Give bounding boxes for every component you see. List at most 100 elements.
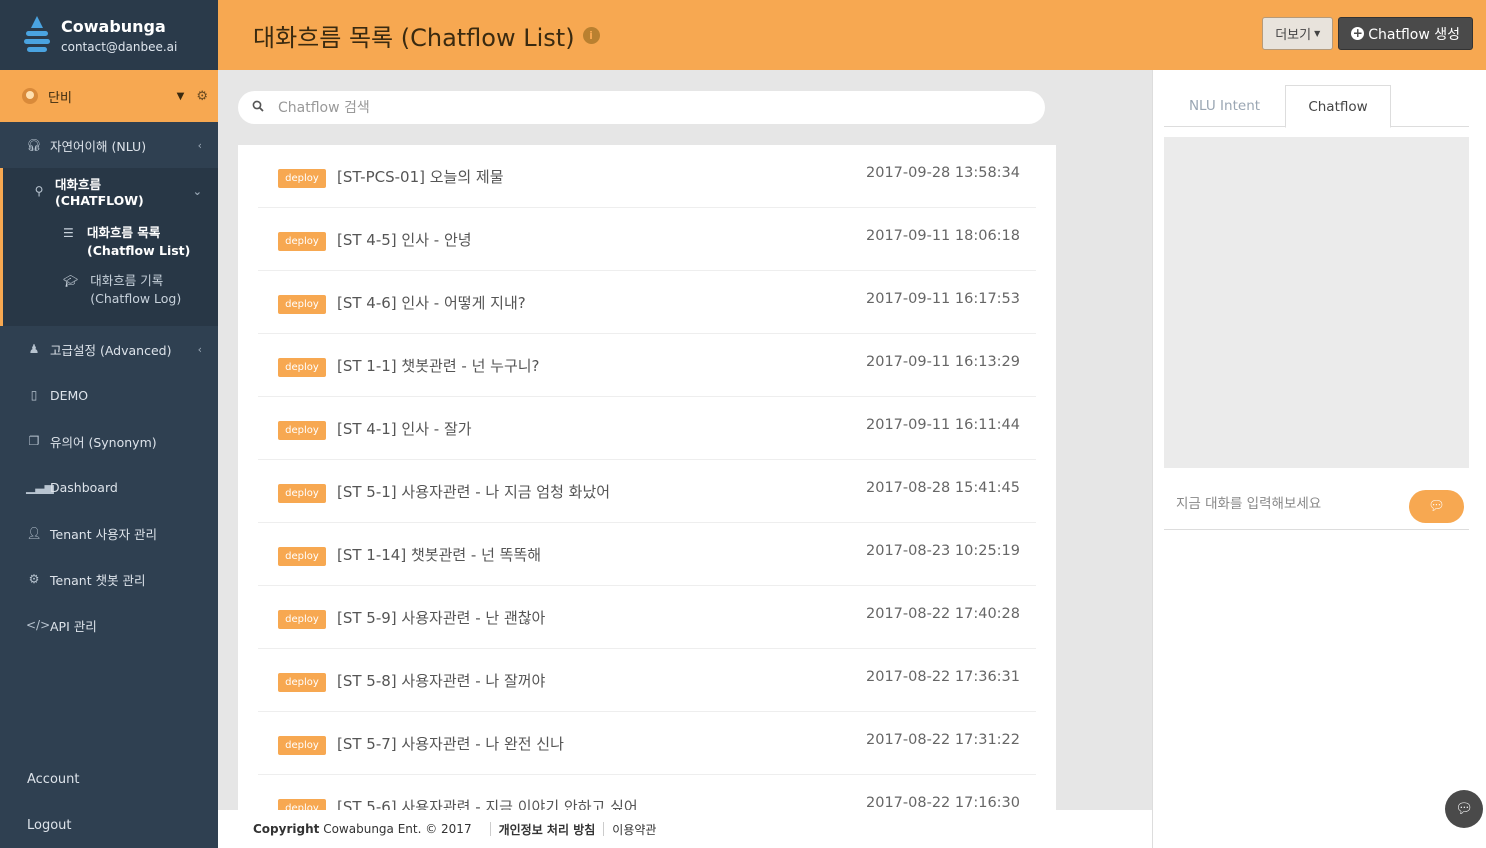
search-icon	[252, 100, 264, 116]
chatflow-title[interactable]: [ST 5-8] 사용자관련 - 나 잘꺼야	[337, 670, 545, 691]
privacy-policy-link[interactable]: 개인정보 처리 방침	[499, 821, 596, 838]
brand[interactable]: Cowabunga contact@danbee.ai	[0, 0, 218, 70]
list-item[interactable]: deploy [ST 5-7] 사용자관련 - 나 완전 신나 2017-08-22…	[258, 712, 1036, 775]
chatflow-title[interactable]: [ST-PCS-01] 오늘의 제물	[337, 166, 504, 187]
chatflow-title[interactable]: [ST 5-1] 사용자관련 - 나 지금 엄청 화났어	[337, 481, 610, 502]
list-item[interactable]: deploy [ST 4-6] 인사 - 어떻게 지내? 2017-09-11 16…	[258, 271, 1036, 334]
brand-name: Cowabunga	[61, 16, 166, 36]
user-selector[interactable]: 단비 ▼ ⚙	[0, 70, 218, 122]
chevron-down-icon: ⌄	[192, 184, 202, 198]
chatflow-date: 2017-09-28 13:58:34	[866, 165, 1020, 181]
chatflow-date: 2017-09-11 16:13:29	[866, 354, 1020, 370]
chat-input[interactable]	[1176, 496, 1396, 512]
sitemap-icon: ⚲	[34, 184, 44, 198]
list-item[interactable]: deploy [ST 1-14] 챗봇관련 - 넌 똑똑해 2017-08-23 1…	[258, 523, 1036, 586]
terms-link[interactable]: 이용약관	[612, 821, 656, 838]
deploy-badge: deploy	[278, 358, 326, 377]
chatflow-title[interactable]: [ST 5-9] 사용자관련 - 난 괜찮아	[337, 607, 545, 628]
brand-email: contact@danbee.ai	[61, 39, 178, 54]
code-icon: </>	[26, 618, 51, 632]
page-title: 대화흐름 목록 (Chatflow List)	[253, 23, 575, 52]
chevron-left-icon: ‹	[197, 138, 202, 152]
chatflow-date: 2017-08-23 10:25:19	[866, 543, 1020, 559]
nav-item-label: 유의어 (Synonym)	[50, 434, 157, 450]
chatflow-date: 2017-09-11 16:11:44	[866, 417, 1020, 433]
nav-subitem-chatflow-list[interactable]: ☰ 대화흐름 목록 (Chatflow List)	[3, 218, 218, 266]
person-icon: ♟	[28, 342, 40, 356]
tab-nlu-intent[interactable]: NLU Intent	[1164, 85, 1285, 127]
list-item[interactable]: deploy [ST 5-6] 사용자관련 - 지금 이야기 안하고 싶어 2017…	[258, 775, 1036, 810]
nav-subitem-chatflow-log[interactable]: 🎓︎ 대화흐름 기록 (Chatflow Log)	[3, 266, 218, 314]
comments-icon: 💬︎	[1455, 801, 1473, 817]
create-button-label: Chatflow 생성	[1368, 26, 1460, 43]
chatflow-title[interactable]: [ST 1-14] 챗봇관련 - 넌 똑똑해	[337, 544, 541, 565]
sidebar: Cowabunga contact@danbee.ai 단비 ▼ ⚙ 🎧︎ 자연…	[0, 0, 218, 848]
list-item[interactable]: deploy [ST 1-1] 챗봇관련 - 넌 누구니? 2017-09-11 1…	[258, 334, 1036, 397]
nav-item-api[interactable]: </> API 관리	[0, 602, 218, 648]
chatflow-title[interactable]: [ST 5-6] 사용자관련 - 지금 이야기 안하고 싶어	[337, 796, 638, 810]
list-item[interactable]: deploy [ST 5-8] 사용자관련 - 나 잘꺼야 2017-08-22 1…	[258, 649, 1036, 712]
list-item[interactable]: deploy [ST 4-1] 인사 - 잘가 2017-09-11 16:11:4…	[258, 397, 1036, 460]
nav-item-label: 대화흐름 (CHATFLOW)	[55, 177, 144, 208]
more-dropdown-button[interactable]: 더보기 ▼	[1262, 17, 1334, 50]
search-input[interactable]	[278, 99, 978, 116]
chatflow-date: 2017-08-22 17:40:28	[866, 606, 1020, 622]
chatflow-date: 2017-09-11 18:06:18	[866, 228, 1020, 244]
list-item[interactable]: deploy [ST 4-5] 인사 - 안녕 2017-09-11 18:06:1…	[258, 208, 1036, 271]
avatar	[22, 88, 38, 104]
nav-item-synonym[interactable]: ❐ 유의어 (Synonym)	[0, 418, 218, 464]
nav-item-demo[interactable]: ▯ DEMO	[0, 372, 218, 418]
list-item[interactable]: deploy [ST 5-1] 사용자관련 - 나 지금 엄청 화났어 2017-0…	[258, 460, 1036, 523]
nav-item-dashboard[interactable]: ▁▃▅ Dashboard	[0, 464, 218, 510]
send-button[interactable]: 💬︎	[1409, 490, 1464, 523]
deploy-badge: deploy	[278, 295, 326, 314]
plus-circle-icon: +	[1351, 26, 1365, 40]
divider	[489, 822, 491, 836]
nav-item-advanced[interactable]: ♟ 고급설정 (Advanced) ‹	[0, 326, 218, 372]
panel-tabs: NLU Intent Chatflow	[1164, 85, 1469, 128]
deploy-badge: deploy	[278, 736, 326, 755]
test-panel: NLU Intent Chatflow 💬︎	[1152, 70, 1486, 848]
chat-input-row: 💬︎	[1164, 484, 1469, 530]
footer: Copyright Cowabunga Ent. © 2017 개인정보 처리 …	[218, 810, 1152, 848]
comment-icon: 💬︎	[1428, 499, 1445, 514]
info-icon[interactable]: i	[582, 26, 600, 44]
page-header: 대화흐름 목록 (Chatflow List) i 더보기 ▼ + Chatfl…	[218, 0, 1486, 70]
deploy-badge: deploy	[278, 610, 326, 629]
caret-down-icon: ▼	[1314, 29, 1321, 38]
nav-item-label: Dashboard	[50, 479, 118, 495]
create-chatflow-button[interactable]: + Chatflow 생성	[1338, 17, 1473, 50]
chatflow-title[interactable]: [ST 1-1] 챗봇관련 - 넌 누구니?	[337, 355, 540, 376]
nav-item-label: 고급설정 (Advanced)	[50, 342, 172, 358]
chatflow-title[interactable]: [ST 4-5] 인사 - 안녕	[337, 229, 472, 250]
gear-icon: ⚙	[28, 572, 40, 586]
chatflow-title[interactable]: [ST 4-1] 인사 - 잘가	[337, 418, 472, 439]
chatflow-title[interactable]: [ST 4-6] 인사 - 어떻게 지내?	[337, 292, 526, 313]
nav-subitem-label: 대화흐름 목록 (Chatflow List)	[87, 225, 191, 258]
nav-group-chatflow: ⚲ 대화흐름 (CHATFLOW) ⌄ ☰ 대화흐름 목록 (Chatflow …	[0, 168, 218, 326]
chatflow-title[interactable]: [ST 5-7] 사용자관련 - 나 완전 신나	[337, 733, 564, 754]
tab-chatflow[interactable]: Chatflow	[1285, 85, 1391, 128]
nav-item-tenant-bot[interactable]: ⚙ Tenant 챗봇 관리	[0, 556, 218, 602]
account-link[interactable]: Account	[0, 756, 218, 802]
deploy-badge: deploy	[278, 799, 326, 810]
nav-item-label: 자연어이해 (NLU)	[50, 138, 147, 154]
headphones-icon: 🎧︎	[26, 138, 42, 152]
chatflow-date: 2017-08-22 17:36:31	[866, 669, 1020, 685]
nav-item-tenant-user[interactable]: 👤︎ Tenant 사용자 관리	[0, 510, 218, 556]
chat-fab-button[interactable]: 💬︎	[1445, 790, 1483, 828]
search-bar	[238, 91, 1045, 124]
chat-messages-area	[1164, 137, 1469, 468]
nav-subitem-label: 대화흐름 기록 (Chatflow Log)	[90, 273, 182, 306]
chatflow-date: 2017-09-11 16:17:53	[866, 291, 1020, 307]
list-item[interactable]: deploy [ST-PCS-01] 오늘의 제물 2017-09-28 13:58…	[258, 145, 1036, 208]
logout-link[interactable]: Logout	[0, 802, 218, 848]
deploy-badge: deploy	[278, 673, 326, 692]
caret-down-icon[interactable]: ▼	[177, 91, 185, 102]
gear-icon[interactable]: ⚙	[196, 89, 208, 104]
mobile-icon: ▯	[30, 388, 38, 402]
nav-item-chatflow[interactable]: ⚲ 대화흐름 (CHATFLOW) ⌄	[3, 168, 218, 214]
nav-item-nlu[interactable]: 🎧︎ 자연어이해 (NLU) ‹	[0, 122, 218, 168]
list-icon: ☰	[63, 226, 74, 240]
list-item[interactable]: deploy [ST 5-9] 사용자관련 - 난 괜찮아 2017-08-22 1…	[258, 586, 1036, 649]
